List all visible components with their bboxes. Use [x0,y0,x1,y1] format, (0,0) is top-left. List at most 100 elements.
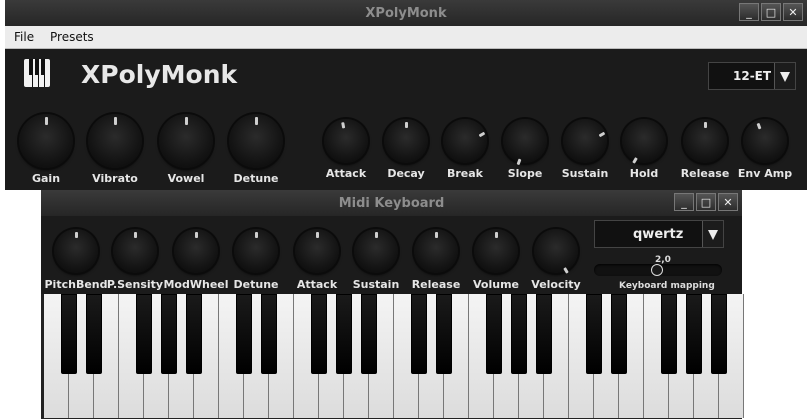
knob-indicator [562,267,569,274]
black-key[interactable] [661,294,677,374]
main-window-title: XPolyMonk [365,6,447,21]
midi-release-knob[interactable] [414,229,458,273]
knob-indicator [374,232,378,238]
midi-modwheel-knob[interactable] [174,229,218,273]
midi-sustain-label: Sustain [352,278,400,291]
knob-indicator [44,117,48,125]
knob-indicator [315,232,319,238]
main-vowel-knob[interactable] [159,114,213,168]
knob-indicator [133,232,137,238]
main-detune-label: Detune [233,172,279,185]
tuning-combobox[interactable]: 12-ET [708,62,796,90]
close-button[interactable]: ✕ [783,3,803,21]
midi-minimize-button[interactable]: _ [674,193,694,211]
keyboard-layout-value: qwertz [633,227,684,242]
chevron-down-icon [780,72,790,82]
knob-indicator [404,122,408,128]
knob-indicator [756,122,761,130]
main-decay-label: Decay [387,167,425,180]
knob-indicator [254,232,258,238]
knob-indicator [494,232,498,238]
black-key[interactable] [536,294,552,374]
main-release-knob[interactable] [683,119,727,163]
main-env-amp-label: Env Amp [737,167,793,180]
midi-velocity-knob[interactable] [534,229,578,274]
chevron-down-icon [708,230,718,240]
tuning-dropdown-button[interactable] [774,63,795,89]
main-slope-label: Slope [507,167,543,180]
midi-p-sensity-knob[interactable] [113,229,157,273]
midi-sustain-knob[interactable] [354,229,398,273]
midi-volume-knob[interactable] [474,229,518,273]
black-key[interactable] [336,294,352,374]
black-key[interactable] [261,294,277,374]
main-vowel-label: Vowel [167,172,205,185]
main-panel: XPolyMonk 12-ET Gain Vibrato Vowel Detune At… [5,49,807,190]
app-brand-title: XPolyMonk [81,60,238,89]
maximize-button[interactable]: □ [761,3,781,21]
midi-detune-label: Detune [233,278,279,291]
keyboard-layout-combobox[interactable]: qwertz [594,220,724,248]
main-hold-label: Hold [629,167,659,180]
menu-file[interactable]: File [14,30,34,44]
black-key[interactable] [161,294,177,374]
midi-titlebar[interactable]: Midi Keyboard _ □ ✕ [41,190,742,216]
main-break-knob[interactable] [443,119,487,163]
main-gain-knob[interactable] [19,114,73,168]
midi-attack-knob[interactable] [295,229,339,273]
main-vibrato-knob[interactable] [88,114,142,168]
black-key[interactable] [611,294,627,374]
main-env-amp-knob[interactable] [743,119,787,163]
main-detune-knob[interactable] [229,114,283,168]
main-decay-knob[interactable] [384,119,428,163]
main-hold-knob[interactable] [622,119,666,164]
knob-indicator [340,122,345,129]
midi-attack-label: Attack [296,278,338,291]
black-key[interactable] [486,294,502,374]
main-titlebar[interactable]: XPolyMonk _ □ ✕ [5,0,807,26]
black-key[interactable] [586,294,602,374]
midi-release-label: Release [411,278,461,291]
black-key[interactable] [136,294,152,374]
midi-panel: PitchBend P.Sensity ModWheel Detune Attack Su… [41,216,742,294]
black-key[interactable] [511,294,527,374]
midi-close-button[interactable]: ✕ [718,193,738,211]
keyboard-mapping-slider[interactable] [594,264,722,276]
midi-keyboard-window: Midi Keyboard _ □ ✕ PitchBend P.Sensity Mo… [41,190,744,419]
black-key[interactable] [411,294,427,374]
tuning-value: 12-ET [733,69,772,83]
black-key[interactable] [61,294,77,374]
midi-maximize-button[interactable]: □ [696,193,716,211]
main-slope-knob[interactable] [503,119,547,166]
piano-keys-icon [24,59,50,87]
knob-indicator [631,157,638,164]
black-key[interactable] [86,294,102,374]
main-sustain-label: Sustain [561,167,609,180]
black-key[interactable] [711,294,727,374]
keyboard-layout-dropdown-button[interactable] [702,221,723,247]
midi-velocity-label: Velocity [531,278,581,291]
xpolymonk-window: XPolyMonk _ □ ✕ File Presets XPolyMonk 1… [5,0,807,190]
keyboard-mapping-handle[interactable] [651,264,663,276]
minimize-button[interactable]: _ [739,3,759,21]
knob-indicator [478,131,485,138]
main-attack-label: Attack [325,167,367,180]
black-key[interactable] [686,294,702,374]
menu-presets[interactable]: Presets [50,30,94,44]
knob-indicator [113,117,117,125]
main-window-buttons: _ □ ✕ [739,3,803,21]
midi-detune-knob[interactable] [234,229,278,273]
main-gain-label: Gain [31,172,61,185]
black-key[interactable] [186,294,202,374]
black-key[interactable] [436,294,452,374]
black-key[interactable] [236,294,252,374]
main-attack-knob[interactable] [324,119,368,163]
midi-pitchbend-knob[interactable] [54,229,98,273]
black-key[interactable] [361,294,377,374]
midi-window-buttons: _ □ ✕ [674,193,738,211]
knob-indicator [516,158,521,166]
main-sustain-knob[interactable] [563,119,607,163]
black-key[interactable] [311,294,327,374]
midi-pitchbend-label: PitchBend [44,278,108,291]
main-break-label: Break [446,167,484,180]
